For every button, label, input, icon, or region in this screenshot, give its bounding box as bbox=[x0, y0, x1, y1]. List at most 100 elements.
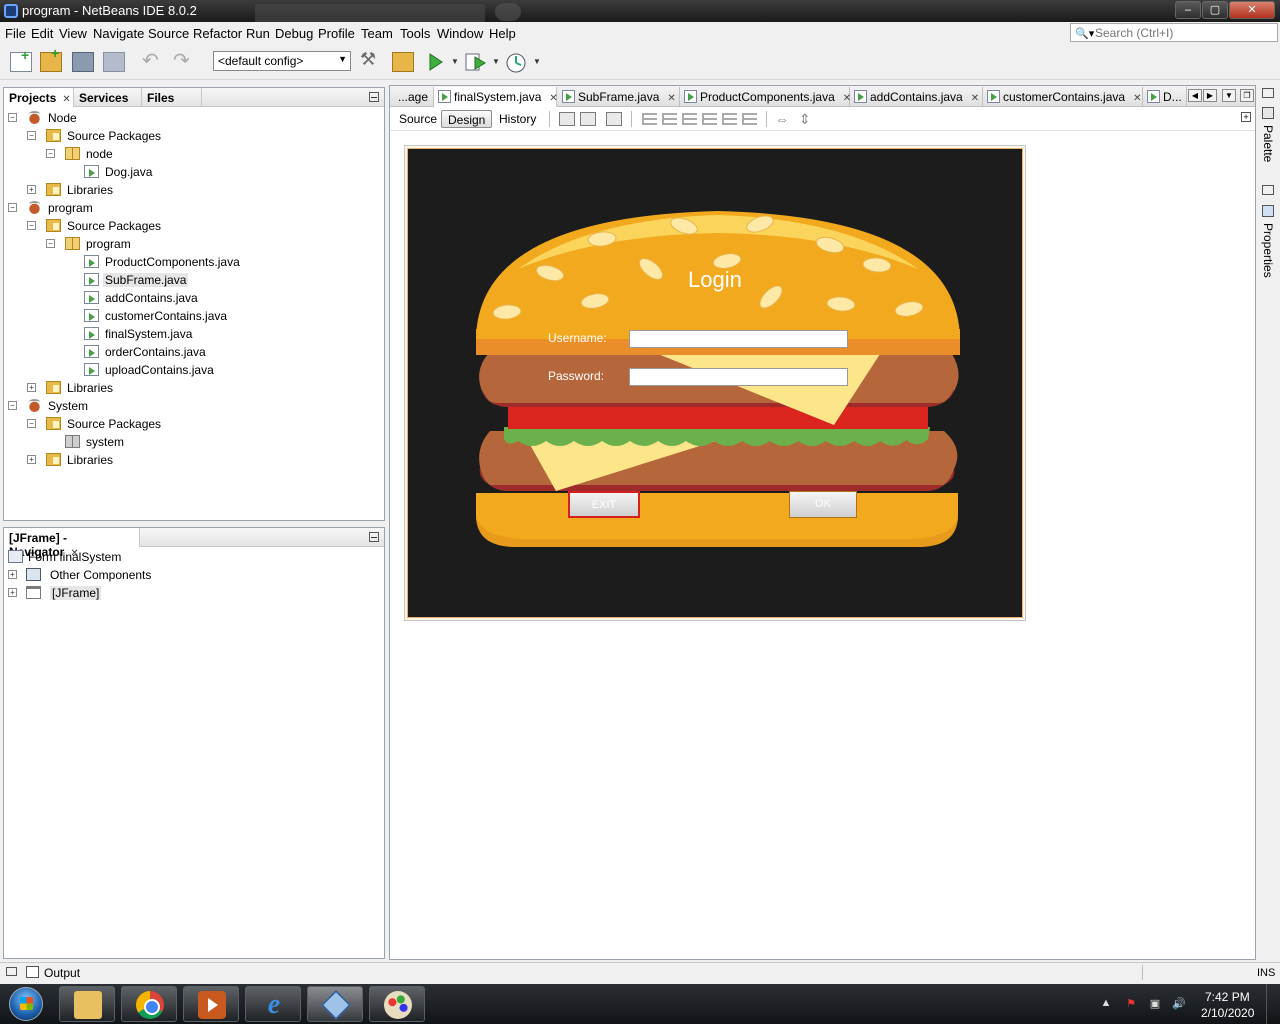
ok-button[interactable]: OK bbox=[789, 491, 857, 518]
editor-tab-subframe[interactable]: SubFrame.java ✕ bbox=[558, 87, 680, 107]
new-file-icon[interactable] bbox=[10, 47, 32, 72]
redo-icon[interactable]: ↷ bbox=[173, 48, 195, 72]
tree-item[interactable]: − Source Packages bbox=[27, 217, 327, 235]
taskbar-netbeans[interactable] bbox=[307, 986, 363, 1022]
expand-icon[interactable]: + bbox=[27, 455, 36, 464]
properties-side-tab[interactable]: Properties bbox=[1261, 223, 1275, 278]
collapse-icon[interactable]: − bbox=[46, 239, 55, 248]
tree-item[interactable]: + Libraries bbox=[27, 451, 327, 469]
output-window-icon[interactable] bbox=[26, 966, 39, 978]
menu-window[interactable]: Window bbox=[437, 26, 483, 41]
navigator-item[interactable]: Form finalSystem bbox=[8, 548, 308, 566]
run-dropdown-icon[interactable]: ▼ bbox=[451, 57, 459, 66]
minimize-panel-icon[interactable] bbox=[369, 532, 379, 542]
username-input[interactable] bbox=[629, 330, 848, 348]
tree-item[interactable]: − Node bbox=[8, 109, 308, 127]
connection-mode-icon[interactable] bbox=[580, 112, 596, 126]
close-button[interactable]: ✕ bbox=[1229, 1, 1275, 19]
tree-item[interactable]: SubFrame.java bbox=[65, 271, 365, 289]
menu-debug[interactable]: Debug bbox=[275, 26, 313, 41]
menu-help[interactable]: Help bbox=[489, 26, 516, 41]
menu-view[interactable]: View bbox=[59, 26, 87, 41]
volume-icon[interactable]: 🔊 bbox=[1172, 997, 1186, 1011]
show-hidden-icons-icon[interactable]: ▲ bbox=[1099, 997, 1113, 1011]
properties-icon[interactable] bbox=[1262, 205, 1274, 217]
change-horizontal-resizability-icon[interactable]: ⇔ bbox=[775, 111, 789, 127]
collapse-icon[interactable]: − bbox=[8, 203, 17, 212]
expand-icon[interactable]: + bbox=[27, 185, 36, 194]
tree-item[interactable]: ProductComponents.java bbox=[65, 253, 365, 271]
design-view-button[interactable]: Design bbox=[441, 110, 493, 128]
center-vertical-icon[interactable] bbox=[742, 113, 757, 125]
center-horizontal-icon[interactable] bbox=[682, 113, 697, 125]
restore-properties-icon[interactable] bbox=[1262, 185, 1274, 195]
debug-dropdown-icon[interactable]: ▼ bbox=[492, 57, 500, 66]
editor-tab-productcomponents[interactable]: ProductComponents.java ✕ bbox=[680, 87, 851, 107]
taskbar-internet-explorer[interactable]: e bbox=[245, 986, 301, 1022]
run-icon[interactable] bbox=[428, 53, 444, 73]
action-center-flag-icon[interactable]: ⚑ bbox=[1124, 997, 1138, 1011]
navigator-item[interactable]: + Other Components bbox=[8, 566, 308, 584]
menu-tools[interactable]: Tools bbox=[400, 26, 430, 41]
tree-item[interactable]: system bbox=[46, 433, 346, 451]
profile-dropdown-icon[interactable]: ▼ bbox=[533, 57, 541, 66]
search-input[interactable] bbox=[1095, 25, 1275, 40]
menu-edit[interactable]: Edit bbox=[31, 26, 53, 41]
tab-projects[interactable]: Projects ✕ bbox=[4, 88, 74, 107]
tree-item[interactable]: − program bbox=[8, 199, 308, 217]
expand-icon[interactable]: + bbox=[8, 588, 17, 597]
expand-icon[interactable]: + bbox=[8, 570, 17, 579]
taskbar-media-player[interactable] bbox=[183, 986, 239, 1022]
close-tab-icon[interactable]: ✕ bbox=[1133, 93, 1141, 104]
tree-item[interactable]: − Source Packages bbox=[27, 415, 327, 433]
scroll-tabs-right-icon[interactable]: ▶ bbox=[1203, 89, 1217, 102]
expand-icon[interactable]: + bbox=[27, 383, 36, 392]
collapse-icon[interactable]: − bbox=[8, 113, 17, 122]
tree-item[interactable]: addContains.java bbox=[65, 289, 365, 307]
expand-icon[interactable]: + bbox=[1241, 112, 1251, 122]
history-view-button[interactable]: History bbox=[493, 110, 542, 128]
jframe-canvas[interactable]: Login Username: Password: EXIT OK bbox=[407, 148, 1023, 618]
taskbar-explorer[interactable] bbox=[59, 986, 115, 1022]
align-top-icon[interactable] bbox=[702, 113, 717, 125]
selection-mode-icon[interactable] bbox=[559, 112, 575, 126]
restore-window-icon[interactable] bbox=[6, 967, 17, 976]
editor-tab-addcontains[interactable]: addContains.java ✕ bbox=[850, 87, 983, 107]
navigator-item[interactable]: + [JFrame] bbox=[8, 584, 308, 602]
preview-design-icon[interactable] bbox=[606, 112, 622, 126]
show-desktop-button[interactable] bbox=[1266, 984, 1280, 1024]
tree-item[interactable]: Dog.java bbox=[65, 163, 365, 181]
minimize-button[interactable]: – bbox=[1175, 1, 1201, 19]
build-hammer-icon[interactable]: ⚒ bbox=[360, 49, 382, 69]
tab-navigator[interactable]: [JFrame] - Navigator ✕ bbox=[4, 528, 140, 559]
scroll-tabs-left-icon[interactable]: ◀ bbox=[1188, 89, 1202, 102]
tree-item[interactable]: + Libraries bbox=[27, 379, 327, 397]
network-icon[interactable]: ▣ bbox=[1148, 997, 1162, 1011]
editor-tab-0[interactable]: ...age bbox=[392, 87, 434, 107]
output-tab[interactable]: Output bbox=[44, 966, 80, 980]
palette-side-tab[interactable]: Palette bbox=[1261, 125, 1275, 162]
close-tab-icon[interactable]: ✕ bbox=[667, 93, 675, 104]
editor-tab-finalsystem[interactable]: finalSystem.java ✕ bbox=[434, 87, 558, 107]
change-vertical-resizability-icon[interactable]: ⇕ bbox=[799, 111, 811, 128]
tree-item[interactable]: orderContains.java bbox=[65, 343, 365, 361]
save-all-icon[interactable] bbox=[103, 52, 125, 72]
start-button[interactable] bbox=[2, 985, 50, 1023]
close-tab-icon[interactable]: ✕ bbox=[549, 93, 557, 104]
tree-item[interactable]: − Source Packages bbox=[27, 127, 327, 145]
tab-files[interactable]: Files bbox=[142, 88, 202, 107]
tree-item[interactable]: − program bbox=[46, 235, 346, 253]
tree-item[interactable]: + Libraries bbox=[27, 181, 327, 199]
editor-tab-customercontains[interactable]: customerContains.java ✕ bbox=[983, 87, 1143, 107]
restore-window-icon[interactable]: ❐ bbox=[1240, 89, 1254, 102]
taskbar-paint[interactable] bbox=[369, 986, 425, 1022]
restore-palette-icon[interactable] bbox=[1262, 88, 1274, 98]
clock-date[interactable]: 2/10/2020 bbox=[1201, 1006, 1254, 1020]
palette-icon[interactable] bbox=[1262, 107, 1274, 119]
close-tab-icon[interactable]: ✕ bbox=[62, 94, 70, 105]
collapse-icon[interactable]: − bbox=[27, 419, 36, 428]
menu-run[interactable]: Run bbox=[246, 26, 270, 41]
collapse-icon[interactable]: − bbox=[27, 131, 36, 140]
maximize-button[interactable]: ▢ bbox=[1202, 1, 1228, 19]
tree-item[interactable]: customerContains.java bbox=[65, 307, 365, 325]
